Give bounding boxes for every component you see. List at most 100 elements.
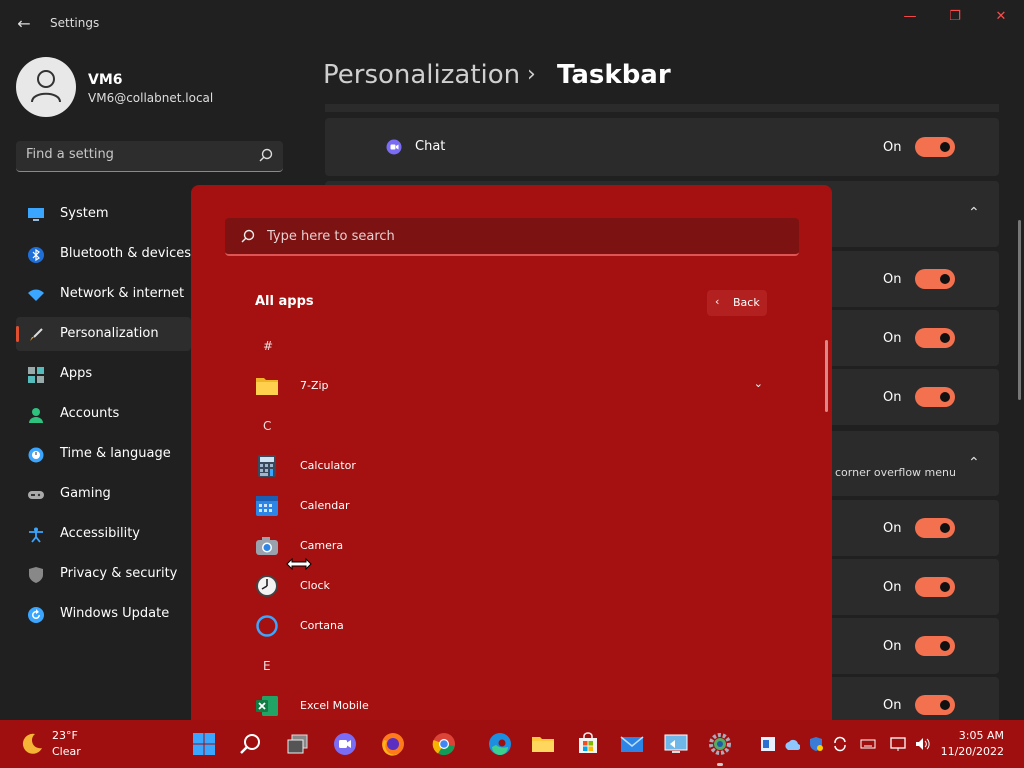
globe-clock-icon: [28, 447, 44, 463]
sidebar-item-accessibility[interactable]: Accessibility: [16, 517, 191, 551]
mail-button[interactable]: [616, 728, 648, 760]
edge-icon: [489, 733, 511, 755]
weather-temp[interactable]: 23°F: [52, 729, 78, 742]
sidebar-item-time-language[interactable]: Time & language: [16, 437, 191, 471]
sync-icon[interactable]: [832, 736, 848, 752]
volume-icon[interactable]: [914, 736, 930, 752]
app-7-zip[interactable]: 7-Zip ⌄: [253, 369, 773, 403]
setting-toggle[interactable]: [915, 577, 955, 597]
app-excel-mobile[interactable]: Excel Mobile: [253, 689, 773, 723]
breadcrumb-parent[interactable]: Personalization: [323, 60, 520, 90]
page-title: Taskbar: [557, 60, 671, 90]
toggle-state-label: On: [883, 639, 902, 654]
store-button[interactable]: [572, 728, 604, 760]
section-letter[interactable]: E: [263, 659, 271, 673]
app-calculator[interactable]: Calculator: [253, 449, 773, 483]
start-search-box[interactable]: [225, 218, 799, 256]
section-letter[interactable]: C: [263, 419, 271, 433]
sidebar-item-label: Windows Update: [60, 606, 170, 621]
taskbar-search-button[interactable]: [235, 728, 267, 760]
start-search-input[interactable]: [267, 229, 747, 244]
notification-app-icon[interactable]: [760, 736, 776, 752]
app-name: Calculator: [300, 459, 356, 472]
sidebar-item-network-internet[interactable]: Network & internet: [16, 277, 191, 311]
calculator-icon: [255, 454, 279, 478]
settings-taskbar-button[interactable]: [704, 728, 736, 766]
restore-button[interactable]: ❐: [940, 8, 970, 26]
app-name: Excel Mobile: [300, 699, 369, 712]
card-edge: [325, 104, 999, 112]
file-explorer-button[interactable]: [527, 728, 559, 760]
remote-desktop-button[interactable]: [660, 728, 692, 760]
clock-date[interactable]: 11/20/2022: [941, 745, 1004, 758]
clock-time[interactable]: 3:05 AM: [959, 729, 1004, 742]
sidebar-item-label: Apps: [60, 366, 93, 381]
start-scrollbar[interactable]: [825, 340, 828, 412]
firefox-button[interactable]: [377, 728, 409, 760]
accessibility-icon: [28, 527, 44, 543]
chrome-icon: [432, 733, 455, 756]
weather-condition[interactable]: Clear: [52, 745, 81, 758]
chevron-up-icon[interactable]: ⌃: [968, 205, 980, 221]
apps-icon: [28, 367, 44, 383]
chat-toggle[interactable]: [915, 137, 955, 157]
bluetooth-icon: [28, 247, 44, 263]
start-button[interactable]: [188, 728, 220, 760]
app-clock[interactable]: Clock: [253, 569, 773, 603]
app-cortana[interactable]: Cortana: [253, 609, 773, 643]
clock-icon: [255, 574, 279, 598]
onedrive-icon[interactable]: [784, 736, 800, 752]
network-monitor-icon[interactable]: [890, 736, 906, 752]
find-setting-box[interactable]: [16, 141, 283, 172]
avatar[interactable]: [16, 57, 76, 117]
chat-row[interactable]: Chat On: [325, 118, 999, 176]
task-view-icon: [287, 734, 308, 754]
back-button[interactable]: ‹ Back: [707, 290, 767, 316]
keyboard-icon[interactable]: [860, 736, 876, 752]
moon-icon[interactable]: [20, 732, 44, 756]
setting-toggle[interactable]: [915, 328, 955, 348]
chat-icon: [386, 139, 402, 155]
sidebar-item-system[interactable]: System: [16, 197, 191, 231]
sidebar-item-gaming[interactable]: Gaming: [16, 477, 191, 511]
sidebar-item-accounts[interactable]: Accounts: [16, 397, 191, 431]
sidebar-item-bluetooth-devices[interactable]: Bluetooth & devices: [16, 237, 191, 271]
chevron-up-icon[interactable]: ⌃: [968, 455, 980, 471]
overflow-menu-label: corner overflow menu: [835, 466, 956, 479]
back-arrow-icon[interactable]: ←: [14, 14, 34, 34]
chat-taskbar-button[interactable]: [329, 728, 361, 760]
app-camera[interactable]: Camera: [253, 529, 773, 563]
close-button[interactable]: ✕: [986, 8, 1016, 26]
setting-toggle[interactable]: [915, 269, 955, 289]
task-view-button[interactable]: [282, 728, 314, 760]
scrollbar[interactable]: [1018, 220, 1021, 400]
setting-toggle[interactable]: [915, 695, 955, 715]
breadcrumb-separator: ›: [527, 62, 536, 87]
folder-icon: [532, 737, 554, 752]
user-name: VM6: [88, 72, 123, 88]
chrome-button[interactable]: [428, 728, 460, 760]
wifi-icon: [28, 287, 44, 301]
security-shield-icon[interactable]: [808, 736, 824, 752]
sidebar-item-personalization[interactable]: Personalization: [16, 317, 191, 351]
sidebar-item-windows-update[interactable]: Windows Update: [16, 597, 191, 631]
search-icon[interactable]: [259, 148, 273, 162]
minimize-button[interactable]: —: [895, 8, 925, 26]
taskbar: 23°F Clear 3:05 AM 11/20/2022: [0, 720, 1024, 768]
edge-button[interactable]: [484, 728, 516, 760]
section-letter[interactable]: #: [263, 339, 273, 353]
chevron-down-icon[interactable]: ⌄: [754, 377, 763, 390]
toggle-state-label: On: [883, 140, 902, 155]
sidebar-item-label: Gaming: [60, 486, 111, 501]
sidebar-item-label: System: [60, 206, 109, 221]
find-setting-input[interactable]: [26, 147, 246, 162]
setting-toggle[interactable]: [915, 636, 955, 656]
windows-logo-icon: [193, 733, 215, 755]
setting-toggle[interactable]: [915, 518, 955, 538]
app-calendar[interactable]: Calendar: [253, 489, 773, 523]
app-name: Camera: [300, 539, 344, 552]
sidebar-item-apps[interactable]: Apps: [16, 357, 191, 391]
toggle-state-label: On: [883, 580, 902, 595]
sidebar-item-privacy-security[interactable]: Privacy & security: [16, 557, 191, 591]
setting-toggle[interactable]: [915, 387, 955, 407]
